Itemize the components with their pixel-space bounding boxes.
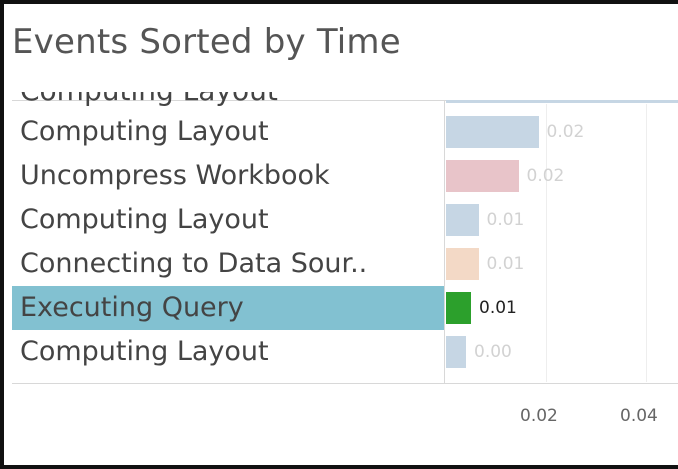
- bar-value-label: 0.02: [526, 166, 565, 186]
- gridline: [646, 104, 647, 382]
- x-tick-label: 0.04: [620, 406, 658, 426]
- row-label[interactable]: Uncompress Workbook: [20, 154, 330, 198]
- bar-value-label: 0.01: [486, 254, 525, 274]
- row-label[interactable]: Executing Query: [20, 286, 244, 330]
- chart-title: Events Sorted by Time: [12, 22, 401, 62]
- row-label[interactable]: Connecting to Data Sour..: [20, 242, 367, 286]
- axis-line: [12, 383, 678, 384]
- bar[interactable]: [446, 248, 479, 280]
- scroll-indicator[interactable]: [446, 100, 678, 103]
- clipped-row-label: Computing Layout: [20, 92, 440, 106]
- pane-divider: [444, 101, 445, 383]
- bar-value-label: 0.02: [546, 122, 585, 142]
- row-label[interactable]: Computing Layout: [20, 110, 269, 154]
- bar[interactable]: [446, 292, 471, 324]
- row-label[interactable]: Computing Layout: [20, 198, 269, 242]
- bar[interactable]: [446, 116, 539, 148]
- bar[interactable]: [446, 336, 466, 368]
- bar[interactable]: [446, 160, 519, 192]
- row-label[interactable]: Computing Layout: [20, 330, 269, 374]
- bar-value-label: 0.01: [479, 298, 517, 318]
- x-tick-label: 0.02: [520, 406, 558, 426]
- bar-value-label: 0.01: [486, 210, 525, 230]
- bar[interactable]: [446, 204, 479, 236]
- clipped-row-text: Computing Layout: [20, 92, 278, 106]
- bar-value-label: 0.00: [474, 342, 512, 362]
